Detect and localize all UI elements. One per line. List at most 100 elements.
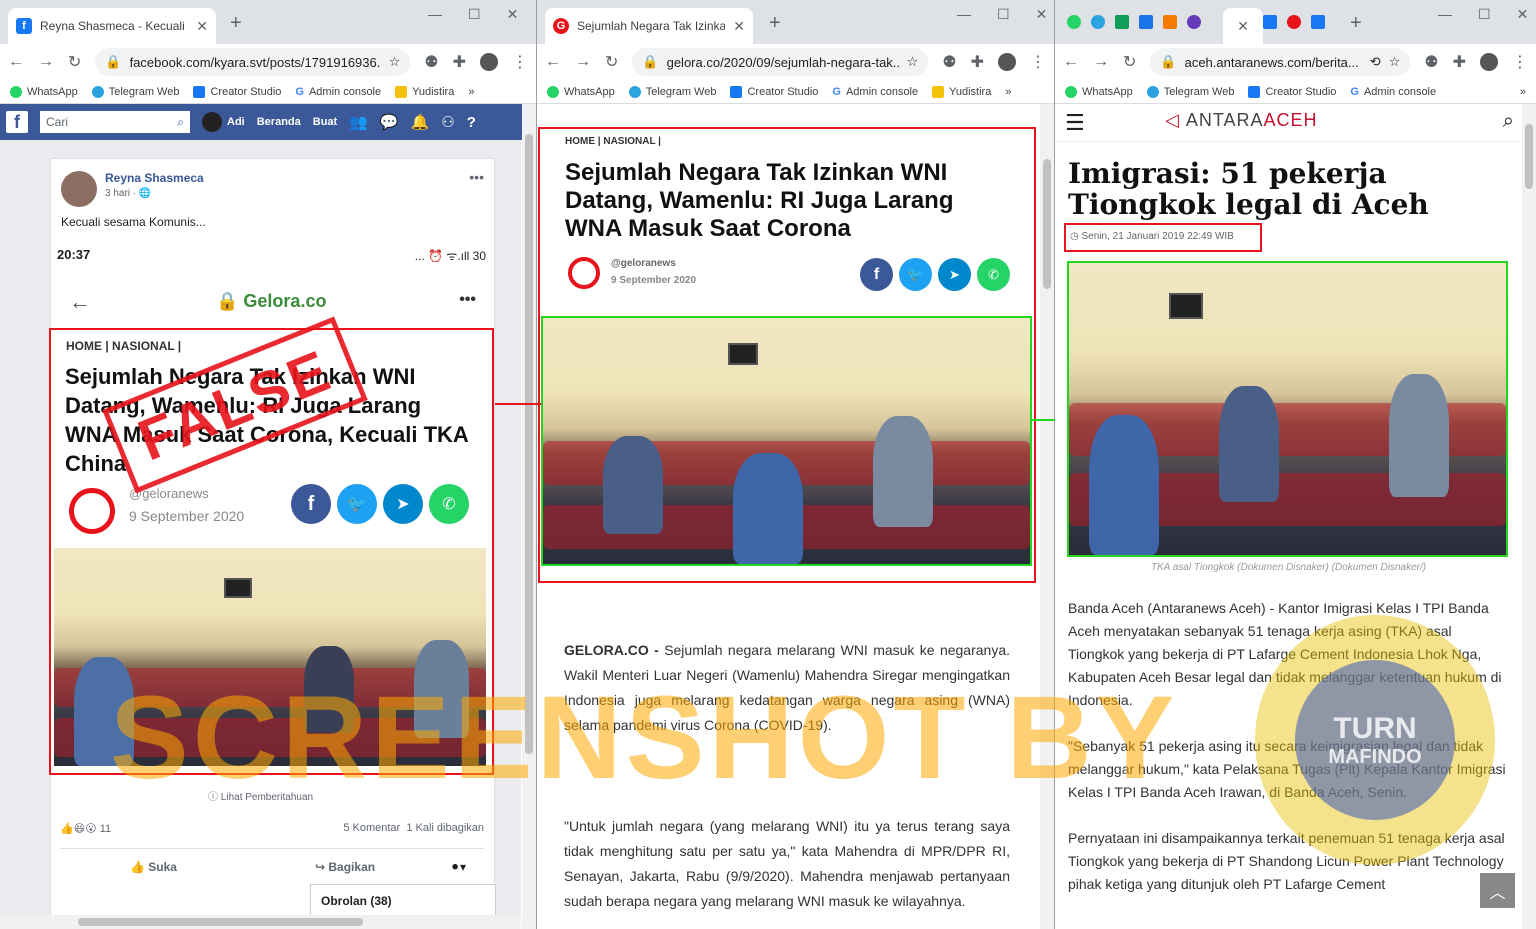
search-icon[interactable]: ⌕: [177, 115, 184, 130]
reaction-icons[interactable]: 👍😆😮: [60, 823, 100, 835]
docs-icon[interactable]: [1139, 15, 1153, 29]
scrollbar-thumb[interactable]: [525, 134, 533, 754]
bookmark-telegram[interactable]: Telegram Web: [628, 85, 716, 98]
notifications-icon[interactable]: 🔔: [411, 113, 430, 131]
antara-logo[interactable]: ◁ ANTARAACEH: [1165, 110, 1318, 131]
search-icon[interactable]: ⌕: [1503, 110, 1514, 133]
search-input[interactable]: Cari ⌕: [40, 111, 190, 133]
avatar[interactable]: [998, 53, 1016, 71]
reload-icon[interactable]: ↻: [68, 52, 81, 72]
extension-icon[interactable]: ⚉: [424, 52, 438, 72]
telegram-icon[interactable]: [1091, 15, 1105, 29]
gelora-icon[interactable]: [1287, 15, 1301, 29]
back-icon[interactable]: ←: [1063, 53, 1079, 71]
facebook-icon[interactable]: [1311, 15, 1325, 29]
tab-antara-article[interactable]: ✕: [1223, 8, 1263, 44]
maximize-icon[interactable]: ☐: [1478, 6, 1491, 23]
scrollbar-thumb[interactable]: [1043, 159, 1051, 289]
tab-facebook-post[interactable]: f Reyna Shasmeca - Kecuali sesam ✕: [8, 8, 216, 44]
bookmark-yudistira[interactable]: Yudistira: [932, 85, 991, 98]
scrollbar-thumb[interactable]: [78, 918, 363, 926]
scroll-to-top-button[interactable]: ︿: [1480, 873, 1515, 908]
address-bar[interactable]: 🔒 aceh.antaranews.com/berita... ⟲ ☆: [1150, 48, 1411, 76]
bookmark-whatsapp[interactable]: WhatsApp: [1065, 85, 1133, 98]
menu-icon[interactable]: ⋮: [1512, 52, 1528, 72]
more-bookmarks-icon[interactable]: »: [468, 86, 474, 98]
bookmark-telegram[interactable]: Telegram Web: [91, 85, 179, 98]
more-bookmarks-icon[interactable]: »: [1520, 86, 1526, 98]
audience-dropdown[interactable]: ⚫▾: [450, 860, 466, 874]
avatar[interactable]: [480, 53, 498, 71]
profile-link[interactable]: Adi: [202, 112, 245, 132]
bookmark-admin-console[interactable]: G Admin console: [832, 86, 918, 98]
bookmark-admin-console[interactable]: G Admin console: [295, 86, 381, 98]
forward-icon[interactable]: →: [38, 53, 54, 71]
quick-help-icon[interactable]: ⚇: [441, 113, 454, 131]
puzzle-icon[interactable]: ✚: [453, 52, 466, 72]
scrollbar-thumb[interactable]: [1525, 124, 1533, 189]
more-bookmarks-icon[interactable]: »: [1005, 86, 1011, 98]
shares-count[interactable]: 1 Kali dibagikan: [406, 822, 484, 834]
maximize-icon[interactable]: ☐: [468, 6, 481, 23]
facebook-logo-icon[interactable]: f: [6, 111, 28, 133]
like-button[interactable]: 👍 Suka: [130, 860, 177, 874]
post-time[interactable]: 3 hari ·: [105, 188, 139, 199]
close-icon[interactable]: ✕: [1237, 18, 1249, 35]
reload-icon[interactable]: ↻: [1123, 52, 1136, 72]
app-icon[interactable]: [1187, 15, 1201, 29]
menu-icon[interactable]: ⋮: [1030, 52, 1046, 72]
horizontal-scrollbar[interactable]: [0, 915, 521, 929]
new-tab-icon[interactable]: +: [1350, 12, 1362, 35]
reload-icon[interactable]: ↻: [605, 52, 618, 72]
article-photo[interactable]: [543, 318, 1030, 564]
bookmark-whatsapp[interactable]: WhatsApp: [10, 85, 78, 98]
hamburger-menu-icon[interactable]: ☰: [1065, 110, 1085, 136]
bookmark-telegram[interactable]: Telegram Web: [1146, 85, 1234, 98]
star-icon[interactable]: ☆: [907, 54, 919, 70]
see-notice-link[interactable]: Lihat Pemberitahuan: [221, 792, 313, 803]
home-link[interactable]: Beranda: [257, 116, 301, 128]
new-tab-icon[interactable]: +: [769, 12, 781, 35]
menu-icon[interactable]: ⋮: [512, 52, 528, 72]
address-bar[interactable]: 🔒 gelora.co/2020/09/sejumlah-negara-tak..…: [632, 48, 929, 76]
friends-icon[interactable]: 👥: [349, 113, 368, 131]
puzzle-icon[interactable]: ✚: [971, 52, 984, 72]
post-author[interactable]: Reyna Shasmeca: [105, 171, 204, 185]
avatar[interactable]: [61, 171, 97, 207]
vertical-scrollbar[interactable]: [522, 104, 536, 929]
forward-icon[interactable]: →: [1093, 53, 1109, 71]
article-photo[interactable]: [1069, 263, 1506, 555]
minimize-icon[interactable]: —: [957, 6, 971, 23]
twitter-share-icon[interactable]: 🐦: [899, 258, 932, 291]
bookmark-creator-studio[interactable]: Creator Studio: [730, 85, 818, 98]
close-icon[interactable]: ✕: [733, 18, 745, 35]
minimize-icon[interactable]: —: [428, 6, 442, 23]
share-button[interactable]: ↪ Bagikan: [315, 860, 375, 874]
minimize-icon[interactable]: —: [1438, 6, 1452, 23]
translate-icon[interactable]: ⟲: [1370, 54, 1381, 70]
address-bar[interactable]: 🔒 facebook.com/kyara.svt/posts/1791916936…: [95, 48, 411, 76]
facebook-share-icon[interactable]: f: [860, 258, 893, 291]
bookmark-admin-console[interactable]: G Admin console: [1350, 86, 1436, 98]
close-window-icon[interactable]: ✕: [1517, 6, 1529, 23]
extension-icon[interactable]: ⚉: [1424, 52, 1438, 72]
maximize-icon[interactable]: ☐: [997, 6, 1010, 23]
app-icon[interactable]: [1163, 15, 1177, 29]
vertical-scrollbar[interactable]: [1040, 104, 1054, 929]
bookmark-creator-studio[interactable]: Creator Studio: [1248, 85, 1336, 98]
create-link[interactable]: Buat: [313, 116, 337, 128]
facebook-icon[interactable]: [1263, 15, 1277, 29]
bookmark-yudistira[interactable]: Yudistira: [395, 85, 454, 98]
close-icon[interactable]: ✕: [196, 18, 208, 35]
more-options-icon[interactable]: •••: [469, 169, 484, 185]
sheets-icon[interactable]: [1115, 15, 1129, 29]
whatsapp-share-icon[interactable]: ✆: [977, 258, 1010, 291]
bookmark-creator-studio[interactable]: Creator Studio: [193, 85, 281, 98]
bookmark-whatsapp[interactable]: WhatsApp: [547, 85, 615, 98]
back-icon[interactable]: ←: [8, 53, 24, 71]
forward-icon[interactable]: →: [575, 53, 591, 71]
tab-gelora-article[interactable]: G Sejumlah Negara Tak Izinkan WNI ✕: [545, 8, 753, 44]
new-tab-icon[interactable]: +: [230, 12, 242, 35]
close-window-icon[interactable]: ✕: [507, 6, 519, 23]
back-icon[interactable]: ←: [545, 53, 561, 71]
